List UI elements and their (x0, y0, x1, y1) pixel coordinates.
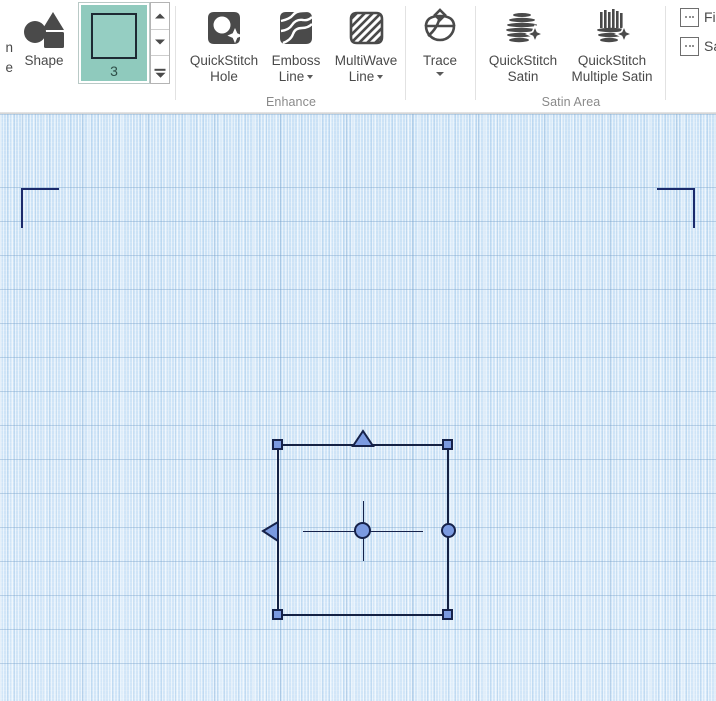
label-line-2: Line (278, 68, 305, 84)
multiwave-line-label: MultiWave Line (335, 53, 398, 84)
label-line-2: Hole (210, 68, 238, 84)
shape-preview-swatch[interactable]: 3 (78, 2, 150, 84)
emboss-line-label: Emboss Line (272, 53, 321, 84)
emboss-line-icon (280, 8, 313, 45)
shape-spinner-up[interactable] (151, 3, 169, 30)
fill-options-label: Fi (704, 9, 716, 25)
ribbon-toolbar: ne Shape 3 QuickStitch Hole Emboss Line … (0, 0, 716, 114)
selection-edge-bottom (277, 614, 449, 616)
scale-handle-right[interactable] (441, 523, 456, 538)
quickstitch-multiple-satin-label: QuickStitch Multiple Satin (571, 53, 652, 84)
ribbon-group-satin-area: QuickStitch Satin QuickStitch Multiple S… (476, 0, 666, 112)
trace-button[interactable]: Trace (405, 4, 475, 76)
label-line-1: QuickStitch (577, 53, 647, 68)
satin-options-label: Sa (704, 38, 716, 54)
dropdown-list-icon (154, 68, 166, 71)
ribbon-group-enhance: QuickStitch Hole Emboss Line MultiWave L… (176, 0, 406, 112)
resize-handle-top-right[interactable] (442, 439, 453, 450)
ellipsis-box-icon (680, 7, 699, 27)
resize-handle-bottom-right[interactable] (442, 609, 453, 620)
trace-icon (424, 8, 456, 42)
quickstitch-hole-button[interactable]: QuickStitch Hole (188, 4, 260, 84)
ribbon-group-clipped-right: Fi Sa (666, 0, 716, 112)
embroidery-design-canvas[interactable] (0, 114, 716, 701)
label-line-1: Emboss (271, 53, 321, 68)
shape-preview-square (91, 13, 137, 59)
application-window: ne Shape 3 QuickStitch Hole Emboss Line … (0, 0, 716, 701)
resize-handle-top-left[interactable] (272, 439, 283, 450)
shape-button[interactable]: Shape (14, 4, 74, 69)
selected-shape-bounding-box[interactable] (0, 114, 716, 701)
quickstitch-hole-label: QuickStitch Hole (190, 53, 258, 84)
quickstitch-hole-icon (208, 12, 243, 44)
shape-number-label: 3 (110, 63, 118, 79)
triangle-down-icon (155, 39, 165, 45)
label-line-2: Line (348, 68, 375, 84)
enhance-group-title: Enhance (265, 95, 317, 109)
ribbon-group-trace: Trace (406, 0, 476, 112)
shape-spinner-group (150, 2, 170, 84)
trace-button-label: Trace (422, 53, 457, 68)
label-line-2: Satin (507, 68, 539, 84)
satin-area-group-title: Satin Area (541, 95, 601, 109)
rotate-handle-top[interactable] (351, 429, 375, 448)
quickstitch-satin-label: QuickStitch Satin (489, 53, 557, 84)
label-line-1: QuickStitch (488, 53, 558, 68)
label-line-2: Multiple Satin (571, 68, 653, 84)
emboss-line-button[interactable]: Emboss Line (260, 4, 332, 84)
chevron-down-icon[interactable] (307, 74, 314, 79)
ribbon-group-shape: Shape 3 (0, 0, 176, 112)
shape-spinner-list[interactable] (151, 56, 169, 83)
center-origin-handle[interactable] (354, 522, 371, 539)
chevron-down-icon[interactable] (436, 71, 444, 76)
resize-handle-bottom-left[interactable] (272, 609, 283, 620)
label-line-1: MultiWave (334, 53, 398, 68)
shape-spinner-down[interactable] (151, 30, 169, 57)
chevron-down-icon[interactable] (377, 74, 384, 79)
ellipsis-box-icon (680, 36, 699, 56)
quickstitch-multiple-satin-button[interactable]: QuickStitch Multiple Satin (560, 4, 664, 84)
skew-handle-left[interactable] (261, 520, 280, 543)
multiwave-line-button[interactable]: MultiWave Line (330, 4, 402, 84)
quickstitch-multiple-satin-icon (597, 9, 634, 45)
shape-icon (24, 12, 64, 48)
shape-preview-fill: 3 (81, 5, 147, 81)
shape-button-label: Shape (24, 53, 64, 68)
fill-options-button[interactable]: Fi (680, 6, 716, 28)
satin-options-button[interactable]: Sa (680, 35, 716, 57)
label-line-1: QuickStitch (189, 53, 259, 68)
triangle-up-icon (155, 13, 165, 19)
multiwave-line-icon (349, 11, 384, 45)
quickstitch-satin-button[interactable]: QuickStitch Satin (485, 4, 561, 84)
quickstitch-satin-icon (506, 13, 545, 45)
